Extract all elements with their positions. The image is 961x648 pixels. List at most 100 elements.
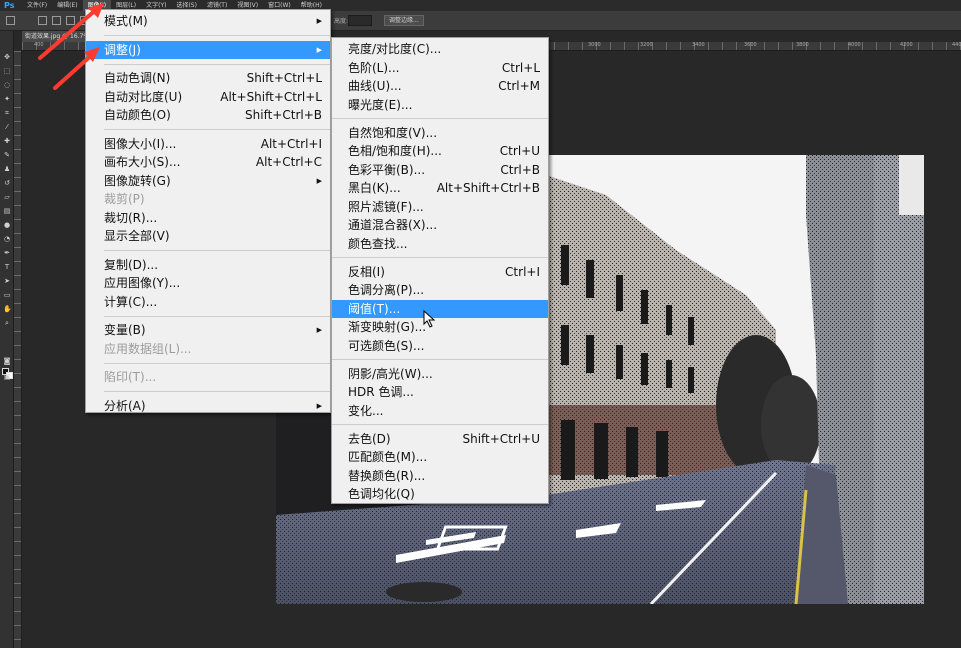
menu-item-shortcut: Ctrl+U xyxy=(499,144,540,158)
menu-separator xyxy=(104,129,330,130)
quick-mask-icon[interactable]: ◙ xyxy=(3,357,11,365)
blur-tool-icon[interactable]: ● xyxy=(3,221,11,229)
height-field[interactable] xyxy=(348,15,372,26)
ruler-tick-label: 3400 xyxy=(692,42,705,48)
zoom-tool-icon[interactable]: ⌕ xyxy=(3,319,11,327)
submenu-arrow-icon: ▶ xyxy=(316,17,322,25)
submenu-arrow-icon: ▶ xyxy=(316,401,322,410)
move-tool-icon[interactable]: ✥ xyxy=(3,53,11,61)
menu-item-h[interactable]: 色相/饱和度(H)... Ctrl+U xyxy=(332,142,548,161)
menu-item-label: 陷印(T)... xyxy=(104,370,157,384)
menu-item-c[interactable]: 亮度/对比度(C)... xyxy=(332,40,548,59)
marquee-tool-icon[interactable]: ⬚ xyxy=(3,67,11,75)
history-brush-icon[interactable]: ↺ xyxy=(3,179,11,187)
brush-tool-icon[interactable]: ✎ xyxy=(3,151,11,159)
menu-item-m[interactable]: 匹配颜色(M)... xyxy=(332,448,548,467)
menu-item-k[interactable]: 黑白(K)... Alt+Shift+Ctrl+B xyxy=(332,179,548,198)
shape-tool-icon[interactable]: ▭ xyxy=(3,291,11,299)
menu-item-p[interactable]: 色调分离(P)... xyxy=(332,281,548,300)
menu-item-l[interactable]: 色阶(L)... Ctrl+L xyxy=(332,59,548,78)
menu-item-t[interactable]: 阈值(T)... xyxy=(332,299,548,318)
pen-tool-icon[interactable]: ✒ xyxy=(3,249,11,257)
menu-item-s[interactable]: 画布大小(S)... Alt+Ctrl+C xyxy=(86,153,330,172)
height-label: 高度: xyxy=(334,18,349,25)
menu-item-item[interactable]: 颜色查找... xyxy=(332,235,548,254)
menu-item-shortcut: Shift+Ctrl+U xyxy=(462,431,540,446)
menu-item-y[interactable]: 应用图像(Y)... xyxy=(86,274,330,293)
menu-item-label: 照片滤镜(F)... xyxy=(348,199,424,214)
menu-item-n[interactable]: 自动色调(N) Shift+Ctrl+L xyxy=(86,69,330,88)
menu-item-label: 替换颜色(R)... xyxy=(348,468,426,483)
menu-item-v[interactable]: 自然饱和度(V)... xyxy=(332,124,548,143)
menu-item-u[interactable]: 自动对比度(U) Alt+Shift+Ctrl+L xyxy=(86,88,330,107)
menu-item-d[interactable]: 去色(D) Shift+Ctrl+U xyxy=(332,430,548,449)
menu-item-u[interactable]: 曲线(U)... Ctrl+M xyxy=(332,77,548,96)
menu-item-shortcut: Ctrl+L xyxy=(501,60,540,75)
menubar-item[interactable]: 编辑(E) xyxy=(52,0,82,11)
menu-item-x[interactable]: 通道混合器(X)... xyxy=(332,216,548,235)
menu-item-g[interactable]: 渐变映射(G)... xyxy=(332,318,548,337)
menu-item-i[interactable]: 反相(I) Ctrl+I xyxy=(332,263,548,282)
mouse-cursor-icon xyxy=(423,310,436,328)
new-selection-icon[interactable] xyxy=(38,16,47,25)
menu-item-j[interactable]: 调整(J) ▶ xyxy=(86,40,330,59)
add-selection-icon[interactable] xyxy=(52,16,61,25)
menu-item-e[interactable]: 曝光度(E)... xyxy=(332,96,548,115)
menu-item-label: 曝光度(E)... xyxy=(348,97,413,112)
menu-item-label: 去色(D) xyxy=(348,431,391,446)
menubar-item[interactable]: 文件(F) xyxy=(22,0,52,11)
menu-item-d[interactable]: 复制(D)... xyxy=(86,256,330,275)
menu-item-label: 画布大小(S)... xyxy=(104,155,181,169)
menu-item-t: 陷印(T)... xyxy=(86,368,330,387)
menu-item-label: 变量(B) xyxy=(104,323,146,337)
menu-item-label: 图像大小(I)... xyxy=(104,136,177,151)
menu-item-label: 渐变映射(G)... xyxy=(348,320,427,334)
hand-tool-icon[interactable]: ✋ xyxy=(3,305,12,313)
menu-item-shortcut: Ctrl+I xyxy=(505,264,540,279)
gradient-tool-icon[interactable]: ▤ xyxy=(3,207,11,215)
menu-item-m[interactable]: 模式(M) ▶ xyxy=(86,12,330,31)
adjustments-submenu: 亮度/对比度(C)... 色阶(L)... Ctrl+L 曲线(U)... Ctrl+M… xyxy=(331,37,549,504)
refine-edge-button[interactable]: 调整边缘... xyxy=(384,15,424,26)
stamp-tool-icon[interactable]: ♟ xyxy=(3,165,11,173)
menu-item-s[interactable]: 可选颜色(S)... xyxy=(332,337,548,356)
menu-item-q[interactable]: 色调均化(Q) xyxy=(332,485,548,504)
menu-item-label: 图像旋转(G) xyxy=(104,173,171,188)
menu-item-label: 曲线(U)... xyxy=(348,79,402,93)
menu-item-r[interactable]: 替换颜色(R)... xyxy=(332,467,548,486)
menu-item-w[interactable]: 阴影/高光(W)... xyxy=(332,365,548,384)
menu-item-g[interactable]: 图像旋转(G) ▶ xyxy=(86,172,330,191)
crop-tool-icon[interactable]: ⌗ xyxy=(3,109,11,117)
menu-item-a[interactable]: 分析(A) ▶ xyxy=(86,397,330,416)
menu-item-label: 自然饱和度(V)... xyxy=(348,125,438,140)
menu-item-label: 显示全部(V) xyxy=(104,229,170,243)
menu-item-label: 应用数据组(L)... xyxy=(104,341,192,356)
menu-item-label: 变化... xyxy=(348,403,384,418)
menu-item-b[interactable]: 变量(B) ▶ xyxy=(86,321,330,340)
menu-item-f[interactable]: 照片滤镜(F)... xyxy=(332,198,548,217)
path-select-tool-icon[interactable]: ➤ xyxy=(3,277,11,285)
ruler-tick-label: 3800 xyxy=(796,42,809,48)
menu-item-hdr[interactable]: HDR 色调... xyxy=(332,383,548,402)
menu-item-r[interactable]: 裁切(R)... xyxy=(86,209,330,228)
subtract-selection-icon[interactable] xyxy=(66,16,75,25)
menu-item-b[interactable]: 色彩平衡(B)... Ctrl+B xyxy=(332,161,548,180)
menu-item-i[interactable]: 图像大小(I)... Alt+Ctrl+I xyxy=(86,135,330,154)
menu-item-label: 模式(M) xyxy=(104,14,148,28)
menu-item-item[interactable]: 变化... xyxy=(332,402,548,421)
menu-separator xyxy=(104,63,330,65)
quick-select-tool-icon[interactable]: ✦ xyxy=(3,95,11,103)
lasso-tool-icon[interactable]: ◌ xyxy=(3,81,11,89)
screen-mode-icon[interactable]: ▣ xyxy=(3,373,11,381)
ruler-tick-label: 400 xyxy=(34,42,44,48)
menu-item-shortcut: Alt+Shift+Ctrl+B xyxy=(436,181,540,195)
eraser-tool-icon[interactable]: ▱ xyxy=(3,193,11,201)
menu-item-c[interactable]: 计算(C)... xyxy=(86,293,330,312)
dodge-tool-icon[interactable]: ◔ xyxy=(3,235,11,243)
menu-item-v[interactable]: 显示全部(V) xyxy=(86,227,330,246)
type-tool-icon[interactable]: T xyxy=(3,263,11,271)
healing-tool-icon[interactable]: ✚ xyxy=(3,137,11,145)
tool-preset-icon[interactable] xyxy=(6,16,15,25)
eyedropper-tool-icon[interactable]: ⁄ xyxy=(3,123,11,131)
menu-item-o[interactable]: 自动颜色(O) Shift+Ctrl+B xyxy=(86,106,330,125)
